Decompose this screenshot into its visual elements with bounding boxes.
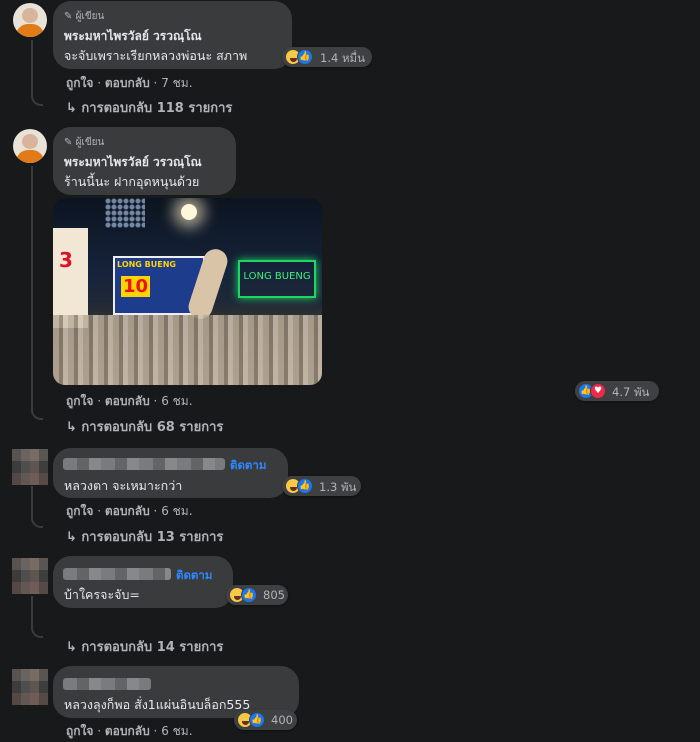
reply-button[interactable]: ตอบกลับ: [105, 76, 150, 90]
reaction-count: 1.3 พัน: [319, 480, 357, 494]
comment-text: จะจับเพราะเรียกหลวงพ่อนะ สภาพ: [64, 48, 248, 63]
redacted-name[interactable]: [63, 568, 171, 580]
avatar[interactable]: [13, 3, 47, 37]
thread-curve: [31, 512, 43, 528]
like-icon: 👍: [297, 49, 313, 65]
commenter-name[interactable]: พระมหาไพรวัลย์ วรวณฺโณ: [64, 27, 202, 46]
timestamp[interactable]: 6 ชม.: [161, 724, 192, 738]
lights-cluster: [105, 198, 145, 228]
pencil-icon: ✎: [64, 137, 76, 148]
left-sign-number: 3: [59, 248, 73, 272]
thread-curve: [31, 404, 43, 420]
thread-line: [31, 166, 33, 406]
comment-actions: ถูกใจ · ตอบกลับ · 6 ชม.: [66, 504, 193, 518]
reaction-count: 400: [271, 713, 293, 727]
comment-text: ร้านนี้นะ ฝากอุดหนุนด้วย: [64, 174, 200, 189]
comment-actions: ถูกใจ · ตอบกลับ · 6 ชม.: [66, 724, 193, 738]
reaction-summary[interactable]: 👍 1.4 หมื่น: [282, 47, 372, 67]
shop-sign-text: LONG BUENG: [117, 260, 176, 269]
author-tag: ✎ ผู้เขียน: [64, 137, 105, 148]
comment-actions: ถูกใจ · ตอบกลับ · 7 ชม.: [66, 76, 193, 90]
reply-arrow-icon: ↳: [66, 420, 82, 435]
comment-photo[interactable]: 3 LONG BUENG 10 LONG BUENG: [53, 198, 322, 385]
view-replies-link[interactable]: ↳ การตอบกลับ 14 รายการ: [66, 636, 223, 657]
like-icon: 👍: [297, 478, 313, 494]
follow-button[interactable]: ติดตาม: [230, 457, 266, 475]
timestamp[interactable]: 6 ชม.: [161, 504, 192, 518]
reaction-summary[interactable]: 👍 ♥ 4.7 พัน: [575, 381, 659, 401]
comment-text: หลวงลุงก็พอ สั่ง1แผ่นอินบล็อก555: [64, 697, 251, 712]
follow-button[interactable]: ติดตาม: [176, 567, 212, 585]
timestamp[interactable]: 7 ชม.: [161, 76, 192, 90]
like-button[interactable]: ถูกใจ: [66, 724, 93, 738]
reaction-summary[interactable]: 👍 805: [226, 585, 288, 605]
reaction-count: 4.7 พัน: [612, 385, 650, 399]
reply-arrow-icon: ↳: [66, 530, 82, 545]
commenter-name[interactable]: พระมหาไพรวัลย์ วรวณฺโณ: [64, 153, 202, 172]
avatar[interactable]: [12, 449, 48, 485]
avatar[interactable]: [13, 129, 47, 163]
reaction-summary[interactable]: 👍 1.3 พัน: [282, 476, 361, 496]
redacted-name[interactable]: [63, 458, 225, 470]
pencil-icon: ✎: [64, 11, 76, 22]
like-button[interactable]: ถูกใจ: [66, 394, 93, 408]
view-replies-link[interactable]: ↳ การตอบกลับ 118 รายการ: [66, 97, 232, 118]
reply-button[interactable]: ตอบกลับ: [105, 724, 150, 738]
love-icon: ♥: [590, 383, 606, 399]
reaction-count: 1.4 หมื่น: [320, 51, 365, 65]
comment-text: หลวงตา จะเหมาะกว่า: [64, 478, 183, 493]
comment-text: บ้าใครจะจับ=: [64, 587, 140, 602]
timestamp[interactable]: 6 ชม.: [161, 394, 192, 408]
reply-arrow-icon: ↳: [66, 101, 82, 116]
like-icon: 👍: [249, 712, 265, 728]
shop-sign-number: 10: [121, 276, 151, 297]
reaction-summary[interactable]: 👍 400: [234, 710, 297, 730]
like-button[interactable]: ถูกใจ: [66, 504, 93, 518]
reaction-count: 805: [263, 588, 285, 602]
view-replies-link[interactable]: ↳ การตอบกลับ 13 รายการ: [66, 526, 223, 547]
stall-counter: [53, 315, 322, 385]
reply-button[interactable]: ตอบกลับ: [105, 394, 150, 408]
left-sign: 3: [53, 228, 88, 328]
thread-curve: [31, 90, 43, 106]
view-replies-link[interactable]: ↳ การตอบกลับ 68 รายการ: [66, 416, 223, 437]
reply-arrow-icon: ↳: [66, 640, 82, 655]
led-sign: LONG BUENG: [238, 260, 316, 298]
avatar[interactable]: [12, 669, 48, 705]
like-icon: 👍: [241, 587, 257, 603]
thread-curve: [31, 622, 43, 638]
reply-button[interactable]: ตอบกลับ: [105, 504, 150, 518]
redacted-name[interactable]: [63, 678, 151, 690]
author-tag: ✎ ผู้เขียน: [64, 11, 105, 22]
thread-line: [31, 40, 33, 96]
street-light: [181, 204, 197, 220]
avatar[interactable]: [12, 558, 48, 594]
like-button[interactable]: ถูกใจ: [66, 76, 93, 90]
comment-actions: ถูกใจ · ตอบกลับ · 6 ชม.: [66, 394, 193, 408]
